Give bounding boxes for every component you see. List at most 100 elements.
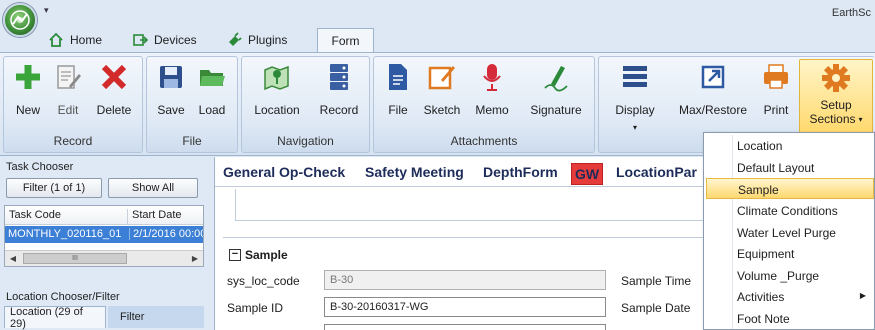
tab-filter[interactable]: Filter [108,306,204,328]
ribbon-group-navigation-label: Navigation [277,134,334,148]
scroll-right-icon[interactable]: ▶ [188,252,202,265]
sample-time-label: Sample Time [621,274,692,288]
display-label: Display [615,103,655,117]
memo-label: Memo [475,103,509,117]
menu-item-equipment[interactable]: Equipment [706,243,874,264]
submenu-arrow-icon: ▶ [859,291,866,300]
form-tab-depthform[interactable]: DepthForm [483,164,558,180]
filter-button[interactable]: Filter (1 of 1) [6,178,102,198]
load-label: Load [198,103,226,117]
delete-button[interactable]: Delete [92,61,136,117]
record-nav-label: Record [319,103,359,117]
print-label: Print [763,103,789,117]
location-nav-label: Location [254,103,300,117]
sample-id-field[interactable]: B-30-20160317-WG [324,297,606,317]
sample-section-header[interactable]: − Sample [229,248,288,262]
save-disk-icon [160,66,182,88]
tab-devices-label: Devices [154,33,197,47]
tab-location-count[interactable]: Location (29 of 29) [4,306,106,330]
record-stack-icon [330,64,348,90]
max-restore-label: Max/Restore [678,103,748,117]
maximize-icon [701,65,725,89]
next-field[interactable] [324,324,606,330]
ribbon-group-navigation: Location Record Navigation [241,56,370,153]
form-tab-safety-meeting[interactable]: Safety Meeting [365,164,464,180]
delete-x-icon [101,64,127,90]
tab-devices[interactable]: Devices [124,28,205,52]
devices-icon [133,34,148,46]
collapse-icon[interactable]: − [229,249,241,261]
edit-button[interactable]: Edit [50,61,86,117]
form-tab-locationpar[interactable]: LocationPar [616,164,697,180]
setup-sections-button[interactable]: Setup Sections ▾ [799,59,873,135]
save-label: Save [157,103,185,117]
sample-date-label: Sample Date [621,301,691,315]
save-button[interactable]: Save [153,61,189,117]
ribbon-group-record: New Edit Delete Record [3,56,143,153]
tab-plugins[interactable]: Plugins [218,28,295,52]
sys-loc-code-label: sys_loc_code [227,274,300,288]
memo-button[interactable]: Memo [470,61,514,117]
edit-document-icon [57,65,81,89]
setup-sections-menu: Location Default Layout Sample Climate C… [703,132,875,330]
previous-section-box [235,189,725,221]
task-code-cell: MONTHLY_020116_01 [8,228,122,240]
form-tab-general-op-check[interactable]: General Op-Check [223,164,345,180]
tab-home[interactable]: Home [40,28,110,52]
menu-item-foot-note[interactable]: Foot Note [706,308,874,329]
sketch-label: Sketch [423,103,461,117]
setup-dropdown-icon: ▾ [858,114,863,124]
horizontal-scrollbar[interactable]: ◀ III ▶ [5,250,203,266]
form-tab-gw[interactable]: GW [571,163,604,185]
menu-item-volume-purge[interactable]: Volume _Purge [706,265,874,286]
start-date-cell: 2/1/2016 00:00 [129,228,203,240]
signature-label: Signature [530,103,582,117]
display-button[interactable]: Display ▾ [607,61,663,132]
menu-item-location[interactable]: Location [706,135,874,156]
column-header-start-date[interactable]: Start Date [127,209,182,224]
task-grid: Task Code Start Date MONTHLY_020116_01 2… [4,205,204,267]
file-document-icon [389,64,407,90]
sketch-button[interactable]: Sketch [420,61,464,117]
location-nav-button[interactable]: Location [250,61,304,117]
ribbon-group-attachments: File Sketch Memo Signature Attachments [373,56,595,153]
display-list-icon [623,66,647,87]
show-all-button[interactable]: Show All [108,178,198,198]
load-button[interactable]: Load [193,61,231,117]
print-button[interactable]: Print [759,61,793,117]
ribbon-group-record-label: Record [53,134,93,148]
location-chooser-title: Location Chooser/Filter [6,291,120,303]
sample-section-title: Sample [245,248,288,262]
scroll-left-icon[interactable]: ◀ [6,252,20,265]
plus-icon [16,65,40,89]
file-attach-button[interactable]: File [380,61,416,117]
new-label: New [15,103,40,117]
window-title: EarthSc [831,7,871,19]
menu-item-water-level-purge[interactable]: Water Level Purge [706,222,874,243]
column-header-task-code[interactable]: Task Code [9,209,61,221]
quick-access-dropdown-icon[interactable]: ▾ [44,5,49,16]
printer-icon [764,64,788,89]
file-attach-label: File [388,103,408,117]
tab-form[interactable]: Form [317,28,374,53]
menu-item-activities[interactable]: Activities ▶ [706,286,874,307]
menu-item-sample[interactable]: Sample [706,178,874,199]
signature-pen-icon [544,66,568,92]
record-nav-button[interactable]: Record [314,61,364,117]
task-chooser-title: Task Chooser [6,161,74,173]
app-logo-icon[interactable] [3,3,37,37]
new-button[interactable]: New [10,61,46,117]
max-restore-button[interactable]: Max/Restore [671,61,755,117]
sample-id-label: Sample ID [227,301,284,315]
display-dropdown-icon: ▾ [632,123,637,132]
plugins-icon [229,32,242,46]
tab-home-label: Home [70,33,103,47]
sys-loc-code-field[interactable]: B-30 [324,270,606,290]
menu-item-activities-label: Activities [737,290,785,304]
signature-button[interactable]: Signature [524,61,588,117]
menu-item-default-layout[interactable]: Default Layout [706,157,874,178]
title-bar: ▾ EarthSc [0,0,875,37]
table-row[interactable]: MONTHLY_020116_01 2/1/2016 00:00 [5,226,203,243]
scrollbar-thumb[interactable]: III [23,253,127,264]
menu-item-climate-conditions[interactable]: Climate Conditions [706,200,874,221]
